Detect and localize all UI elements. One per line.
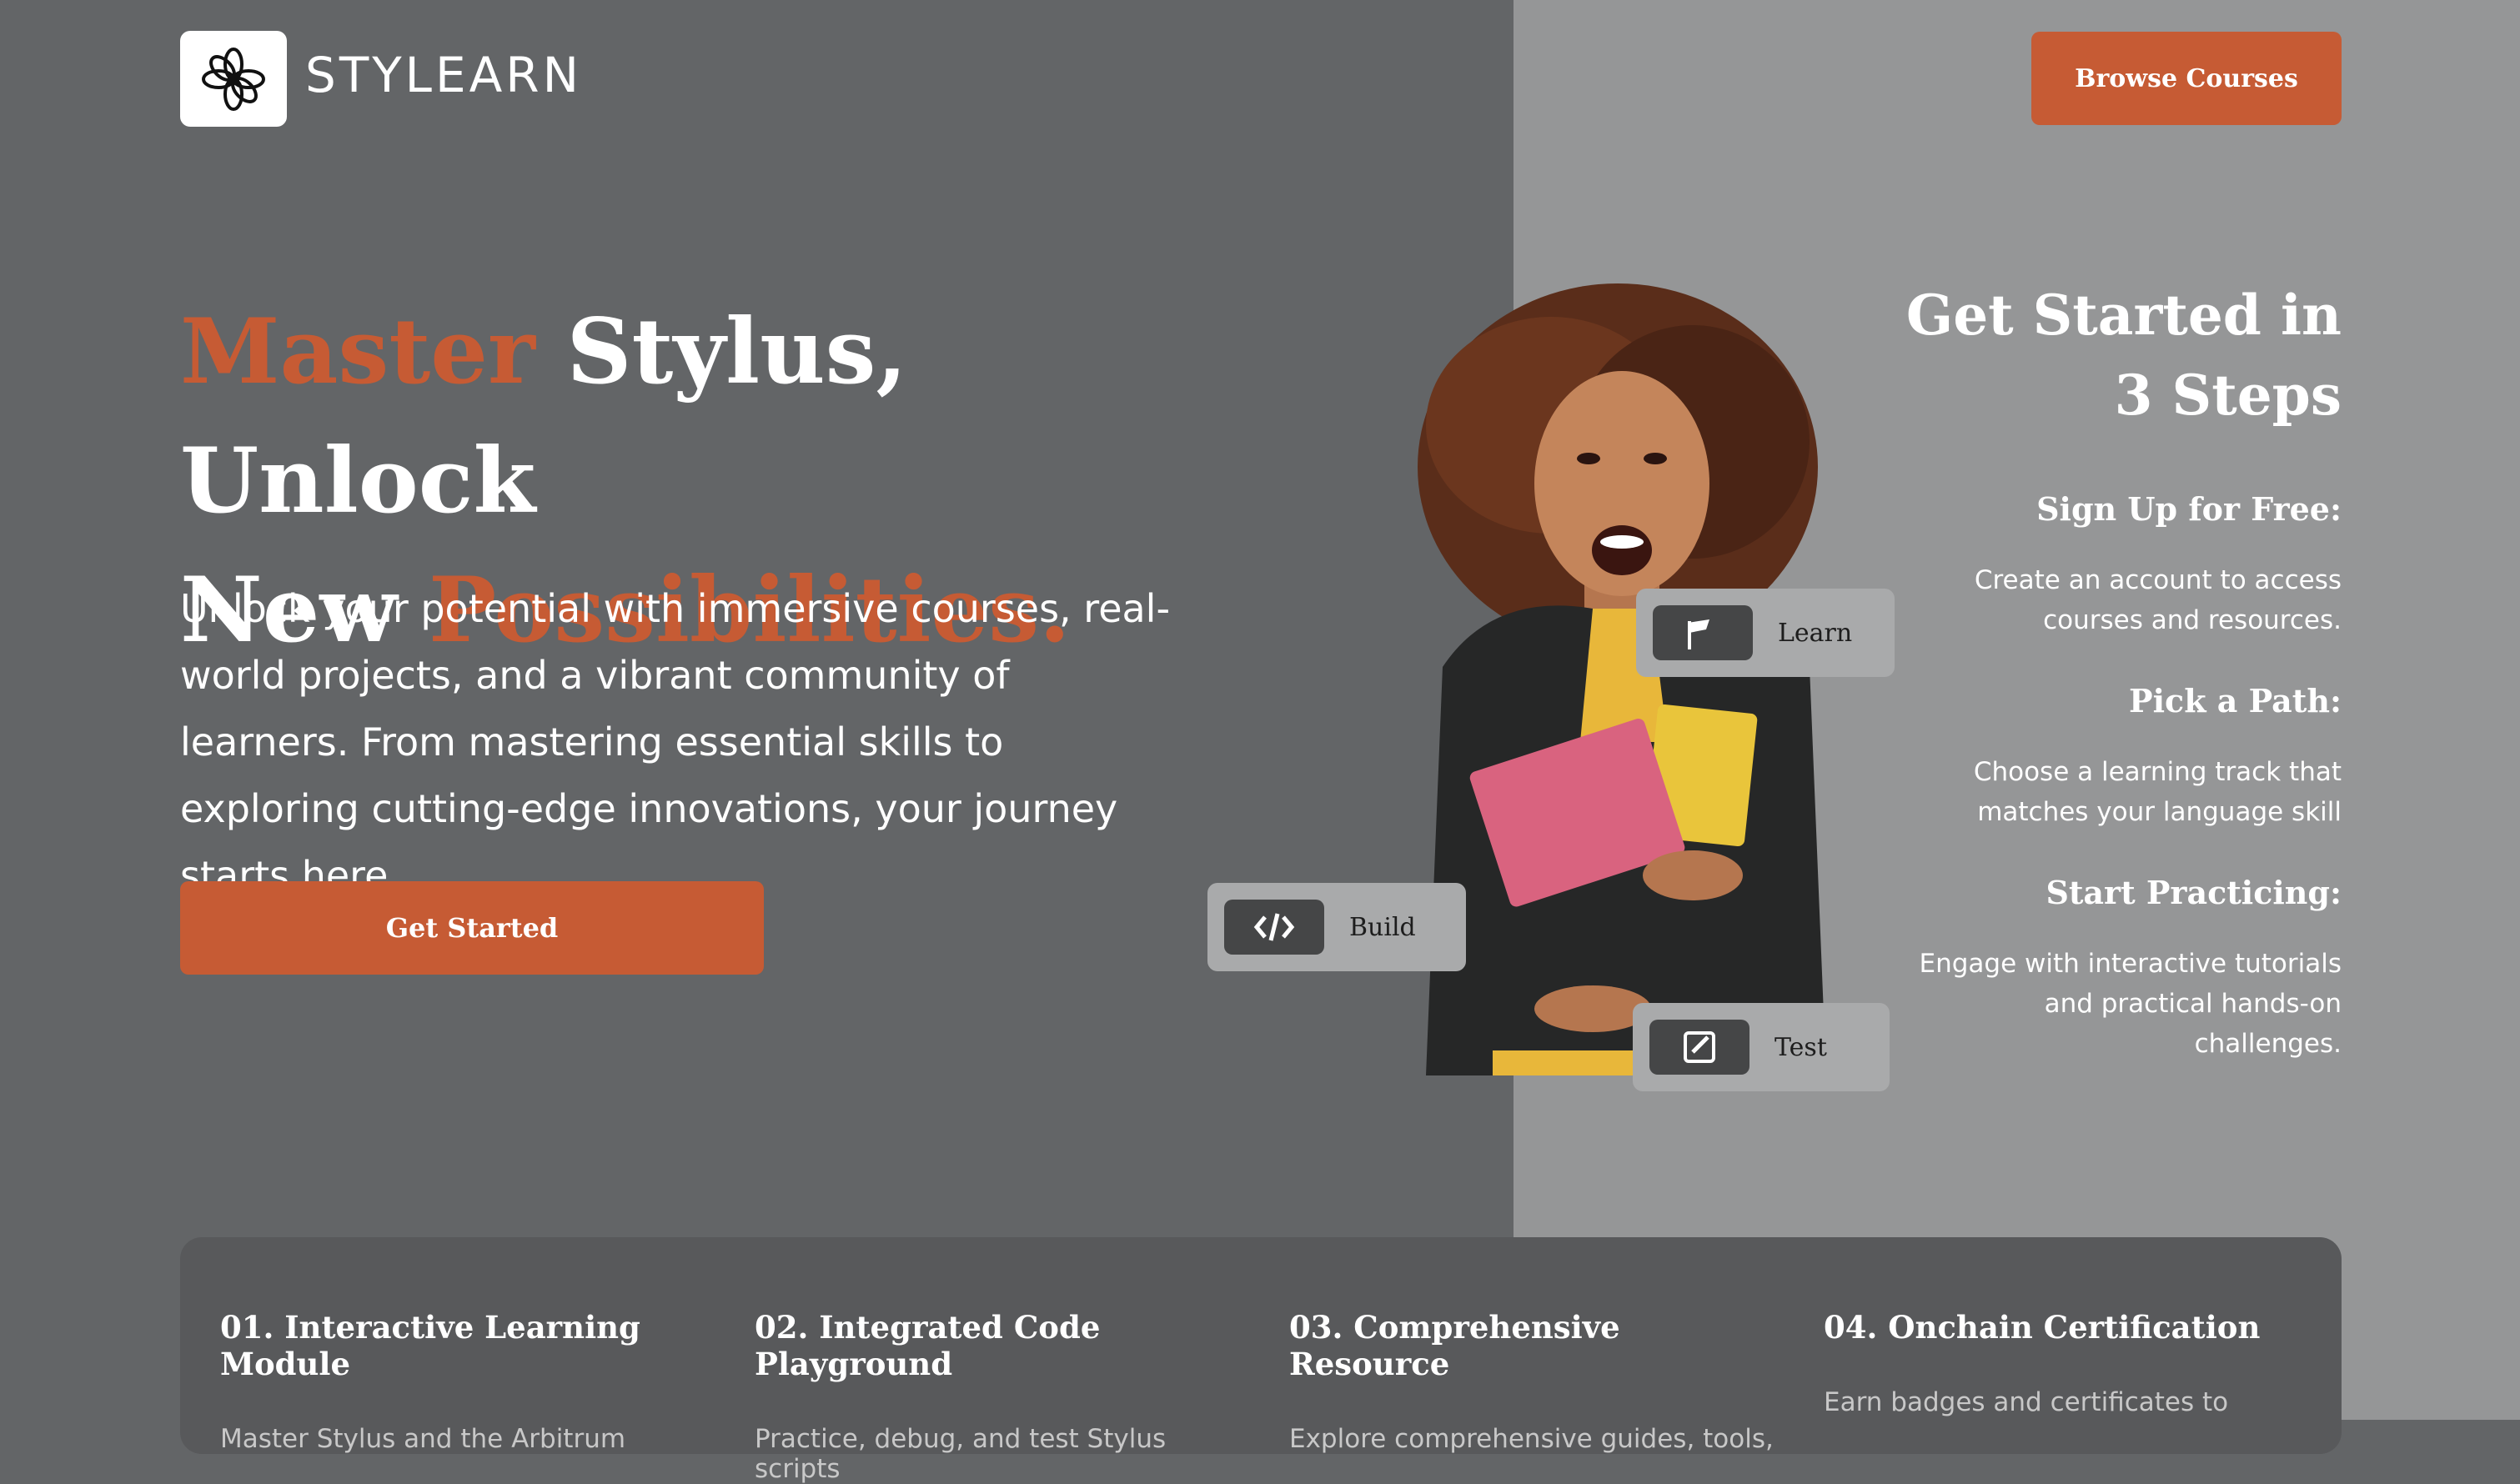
feature-item-1[interactable]: 01. Interactive Learning Module Master S… (220, 1309, 720, 1454)
feature-2-text: Practice, debug, and test Stylus scripts (755, 1424, 1167, 1484)
feature-item-2[interactable]: 02. Integrated Code Playground Practice,… (755, 1309, 1255, 1484)
steps-title-line1: Get Started in (1905, 283, 2342, 348)
step-2-heading: Pick a Path: (2129, 682, 2342, 719)
logo-flower-icon (202, 47, 265, 111)
feature-1-text: Master Stylus and the Arbitrum (220, 1424, 626, 1454)
step-2-text: Choose a learning track that matches you… (1973, 757, 2342, 827)
feature-item-3[interactable]: 03. Comprehensive Resource Explore compr… (1289, 1309, 1790, 1454)
step-1-heading: Sign Up for Free: (2036, 490, 2342, 528)
build-chip-label: Build (1349, 912, 1416, 942)
step-3-text: Engage with interactive tutorials and pr… (1919, 949, 2342, 1059)
steps-title-line2: 3 Steps (2114, 363, 2342, 428)
browse-courses-button[interactable]: Browse Courses (2031, 32, 2342, 125)
feature-3-title: 03. Comprehensive Resource (1289, 1309, 1620, 1382)
hero-intro: Unlock your potential with immersive cou… (180, 586, 1171, 898)
learn-chip: Learn (1636, 589, 1895, 677)
brand-logo[interactable] (180, 31, 287, 127)
build-chip: Build (1207, 883, 1466, 971)
feature-3-text: Explore comprehensive guides, tools, (1289, 1424, 1774, 1454)
edit-checklist-icon (1649, 1020, 1749, 1075)
code-icon (1224, 900, 1324, 955)
get-started-button[interactable]: Get Started (180, 881, 764, 975)
feature-4-text: Earn badges and certificates to (1824, 1387, 2229, 1417)
feature-4-title: 04. Onchain Certification (1824, 1309, 2261, 1346)
feature-2-title: 02. Integrated Code Playground (755, 1309, 1101, 1382)
hero-title-accent-1: Master (180, 299, 535, 404)
step-1-text: Create an account to access courses and … (1974, 565, 2342, 635)
test-chip-label: Test (1775, 1032, 1827, 1062)
feature-1-title: 01. Interactive Learning Module (220, 1309, 640, 1382)
learn-chip-label: Learn (1778, 618, 1853, 648)
steps-title: Get Started in 3 Steps (1875, 275, 2342, 435)
feature-item-4[interactable]: 04. Onchain Certification Earn badges an… (1824, 1309, 2324, 1417)
step-3-heading: Start Practicing: (2046, 874, 2342, 911)
graduation-cap-icon (1653, 605, 1753, 660)
test-chip: Test (1633, 1003, 1890, 1091)
brand-name: STYLEARN (305, 47, 582, 103)
